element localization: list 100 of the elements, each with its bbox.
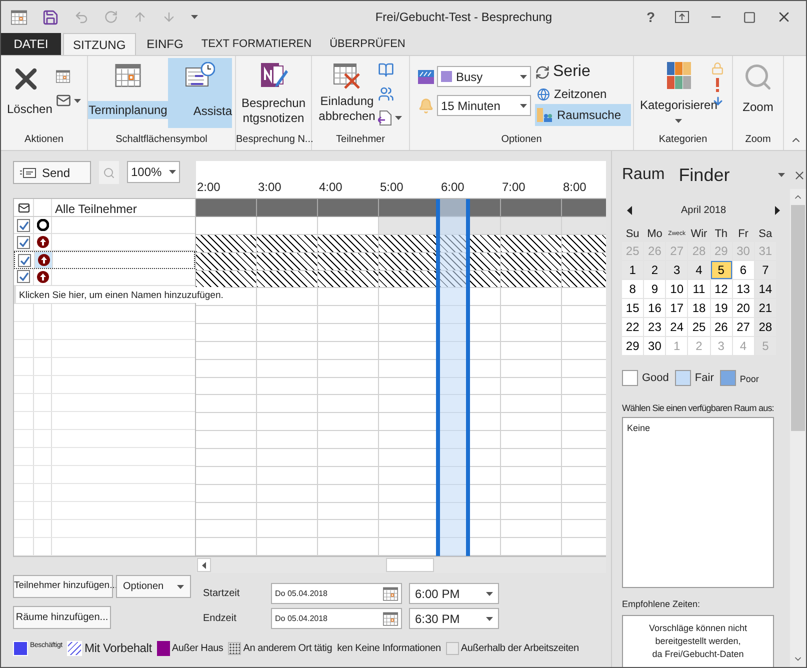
calendar-day[interactable]: 15	[622, 299, 644, 317]
scheduling-button[interactable]: Terminplanung	[88, 101, 168, 119]
categorize-button[interactable]: Kategorisieren	[640, 62, 718, 132]
calendar-day[interactable]: 12	[710, 280, 732, 298]
caret-icon	[177, 584, 184, 588]
calendar-day[interactable]: 19	[710, 299, 732, 317]
room-finder-button[interactable]: Raumsuche	[535, 104, 631, 126]
send-mail-icon	[20, 168, 36, 178]
calendar-day[interactable]: 10	[666, 280, 688, 298]
select-value: 6:00 PM	[415, 586, 460, 602]
calendar-day[interactable]: 23	[644, 318, 666, 336]
legend-label: Poor	[740, 373, 759, 386]
calendar-day[interactable]: 22	[622, 318, 644, 336]
group-label: Schaltflächensymbol	[114, 133, 208, 147]
date-field[interactable]: Do 05.04.2018	[271, 608, 402, 629]
ribbon-tab[interactable]: TEXT FORMATIEREN	[192, 33, 321, 55]
high-importance-icon[interactable]	[715, 78, 720, 92]
address-book-icon[interactable]	[378, 62, 394, 78]
close-icon[interactable]	[793, 168, 806, 182]
time-select[interactable]: 6:30 PM	[409, 608, 499, 629]
cancel-invitation-button[interactable]: Einladung abbrechen	[316, 62, 378, 132]
calendar-day[interactable]: 11	[688, 280, 710, 298]
column-header[interactable]: Alle Teilnehmer	[52, 199, 195, 216]
room-people-icon	[537, 107, 553, 123]
caret-icon	[520, 104, 527, 108]
calendar-day[interactable]: 25	[688, 318, 710, 336]
ribbon-display-icon[interactable]	[675, 11, 689, 23]
calendar-icon	[11, 10, 27, 24]
response-options-icon[interactable]	[378, 110, 392, 126]
meeting-time-selection[interactable]	[436, 199, 470, 556]
date-field[interactable]: Do 05.04.2018	[271, 583, 402, 604]
panel-title: Finder	[678, 164, 731, 186]
forward-mail-icon[interactable]	[56, 93, 72, 108]
panel-title: Raum	[622, 165, 665, 185]
calendar-day[interactable]: 8	[622, 280, 644, 298]
calendar-day[interactable]: 26	[710, 318, 732, 336]
calendar-day[interactable]: 24	[666, 318, 688, 336]
checkbox[interactable]	[17, 236, 30, 249]
save-icon[interactable]	[42, 8, 59, 26]
check-names-icon[interactable]	[378, 86, 394, 102]
legend-label: Fair	[694, 371, 714, 386]
bell-icon	[418, 98, 434, 114]
next-month-icon[interactable]	[775, 206, 780, 215]
time-label: 4:00	[318, 179, 344, 196]
calendar-day[interactable]: 30	[644, 337, 666, 355]
legend-label: Mit Vorbehalt	[84, 640, 152, 657]
calendar-search-icon	[56, 70, 70, 83]
ribbon-tab[interactable]: ÜBERPRÜFEN	[320, 33, 414, 55]
calendar-cross-icon	[333, 62, 361, 90]
button-label: Kategorisieren	[640, 97, 718, 114]
legend-label: Außer Haus	[172, 642, 224, 656]
maximize-icon[interactable]	[743, 10, 756, 24]
button-label: Assista	[193, 103, 232, 120]
calendar-day[interactable]: 17	[666, 299, 688, 317]
select-value: 15 Minuten	[441, 98, 502, 114]
calendar-day[interactable]: 6	[732, 261, 754, 279]
time-zones-button[interactable]: Zeitzonen	[535, 84, 631, 104]
recurrence-button[interactable]: Serie	[535, 60, 631, 84]
checkbox[interactable]	[17, 270, 30, 284]
room-item[interactable]: Keine	[627, 422, 769, 436]
file-tab[interactable]: DATEI	[1, 33, 61, 55]
ribbon-tab[interactable]: EINFG	[138, 33, 192, 55]
scheduling-assistant-button[interactable]: Assista	[168, 58, 232, 128]
elsewhere-swatch	[228, 642, 242, 654]
scroll-thumb[interactable]	[386, 558, 434, 572]
zoom-select[interactable]: 100%	[127, 161, 180, 183]
help-button[interactable]: ?	[646, 6, 655, 28]
group-label: Teilnehmer	[335, 133, 386, 147]
checkbox[interactable]	[18, 254, 31, 267]
calendar-day[interactable]: 16	[644, 299, 666, 317]
calendar-day[interactable]: 9	[644, 280, 666, 298]
mail-response-icon[interactable]	[18, 202, 30, 214]
attendee-row[interactable]	[14, 251, 195, 269]
zoom-button[interactable]: Zoom	[733, 56, 783, 132]
weekday-label: Su	[624, 227, 640, 241]
reminder-select[interactable]: 15 Minuten	[437, 95, 531, 116]
options-dropdown-button[interactable]: Optionen	[116, 575, 191, 598]
off-hours-swatch	[446, 642, 459, 654]
scroll-left-button[interactable]	[197, 558, 211, 572]
calendar-day[interactable]: 20	[732, 299, 754, 317]
calendar-day[interactable]: 13	[732, 280, 754, 298]
send-button[interactable]: Send	[13, 161, 91, 184]
checkbox[interactable]	[17, 218, 30, 232]
vertical-scrollbar[interactable]	[790, 189, 806, 667]
time-select[interactable]: 6:00 PM	[409, 583, 499, 604]
caret-icon	[191, 15, 198, 19]
previous-month-icon[interactable]	[627, 206, 632, 215]
delete-button[interactable]: Löschen	[7, 100, 52, 118]
scroll-thumb[interactable]	[791, 205, 805, 431]
legend-label: Good	[642, 371, 669, 386]
calendar-day[interactable]: 18	[688, 299, 710, 317]
add-rooms-button[interactable]: Räume hinzufügen...	[13, 606, 111, 629]
show-as-select[interactable]: Busy	[437, 66, 531, 87]
calendar-day[interactable]: 5	[710, 261, 732, 279]
ribbon-tab[interactable]: SITZUNG	[63, 33, 136, 55]
meeting-notes-button[interactable]: Besprechun ntgsnotizen	[236, 56, 311, 132]
calendar-day[interactable]: 27	[732, 318, 754, 336]
choose-room-label: Wählen Sie einen verfügbaren Raum aus:	[622, 402, 775, 415]
caret-icon	[486, 592, 493, 596]
calendar-day[interactable]: 29	[622, 337, 644, 355]
